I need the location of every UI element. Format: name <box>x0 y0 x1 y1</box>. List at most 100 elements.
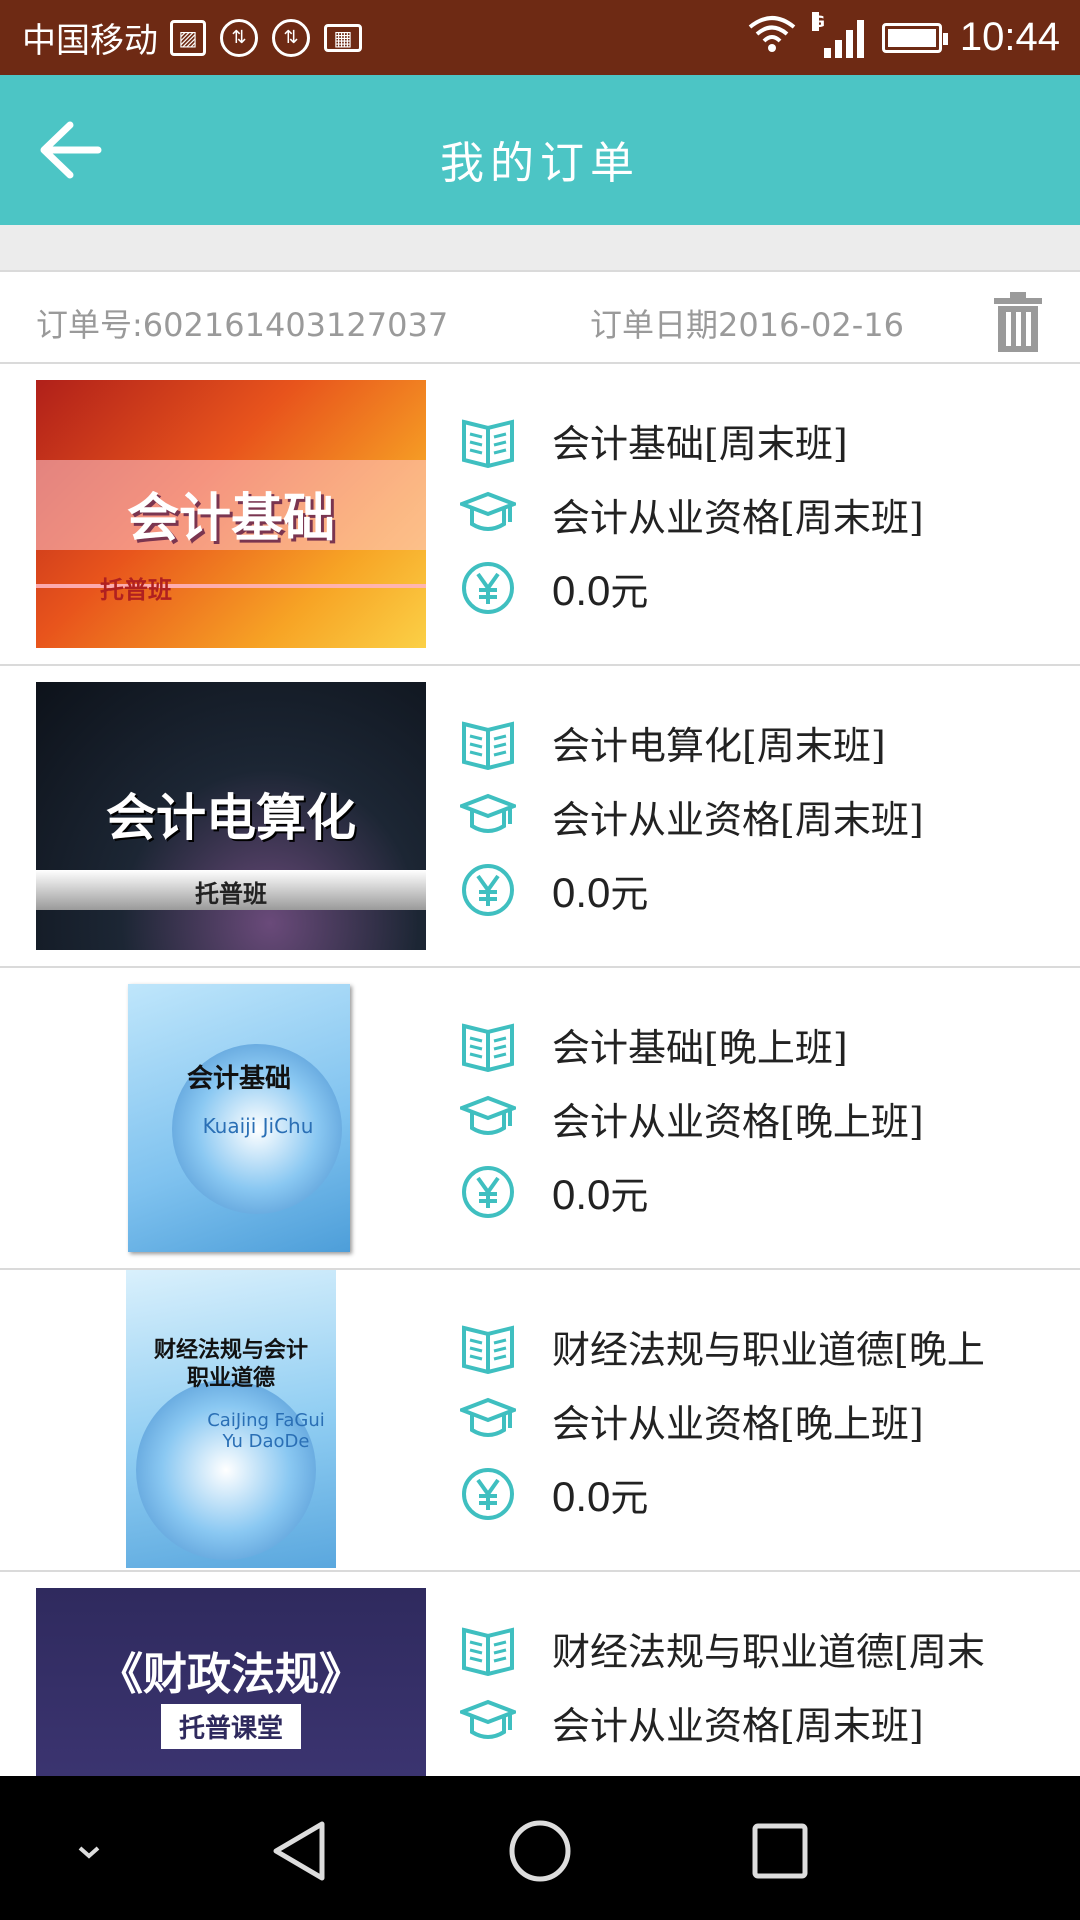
order-item-list: 会计基础 托普班 会计基础[周末班] 会计从业资格[周末班] 0.0元 会计电算… <box>0 364 1080 1872</box>
thumb-subtitle: 托普课堂 <box>161 1704 301 1749</box>
order-item[interactable]: 会计基础 托普班 会计基础[周末班] 会计从业资格[周末班] 0.0元 <box>0 364 1080 666</box>
order-item[interactable]: 会计电算化 托普班 会计电算化[周末班] 会计从业资格[周末班] 0.0元 <box>0 666 1080 968</box>
course-thumbnail[interactable]: 会计基础 Kuaiji JiChu <box>128 984 350 1252</box>
qualification-name: 会计从业资格[周末班] <box>552 797 924 842</box>
course-row: 财经法规与职业道德[晚上 <box>460 1318 1060 1374</box>
course-row: 财经法规与职业道德[周末 <box>460 1620 1060 1676</box>
graduation-cap-icon <box>460 1699 516 1739</box>
qualification-row: 会计从业资格[晚上班] <box>460 1392 1060 1448</box>
order-date-value: 2016-02-16 <box>718 306 904 344</box>
qualification-row: 会计从业资格[周末班] <box>460 486 1060 542</box>
graduation-cap-icon <box>460 1095 516 1135</box>
price-row: 0.0元 <box>460 862 1060 918</box>
clock: 10:44 <box>959 15 1060 59</box>
thumb-subtitle: 托普班 <box>195 880 267 908</box>
page-title: 我的订单 <box>440 138 640 189</box>
qualification-row: 会计从业资格[周末班] <box>460 1694 1060 1750</box>
price-value: 0.0 <box>552 1170 611 1218</box>
recents-square-icon <box>752 1823 808 1879</box>
graduation-cap-icon <box>460 1397 516 1437</box>
network-type: G <box>811 11 826 31</box>
thumb-title: 会计电算化 <box>106 789 356 847</box>
divider-band <box>0 225 1080 272</box>
course-thumbnail[interactable]: 财经法规与会计职业道德 CaiJing FaGui Yu DaoDe <box>126 1270 336 1568</box>
course-name: 财经法规与职业道德[晚上 <box>552 1327 985 1372</box>
order-number-label: 订单号: <box>36 306 143 344</box>
qualification-name: 会计从业资格[晚上班] <box>552 1099 924 1144</box>
yen-icon <box>462 1468 514 1520</box>
order-info-bar: 订单号:602161403127037 订单日期2016-02-16 <box>0 272 1080 364</box>
price-currency: 元 <box>610 1173 649 1218</box>
status-bar: 中国移动 ▨ ⇅ ⇅ ▦ G 10:44 <box>0 0 1080 75</box>
order-date-label: 订单日期 <box>590 306 719 344</box>
thumb-title: 财经法规与会计职业道德 <box>153 1337 308 1391</box>
price-row: 0.0元 <box>460 560 1060 616</box>
price-row: 0.0元 <box>460 1164 1060 1220</box>
price-value: 0.0 <box>552 1472 611 1520</box>
book-icon <box>462 1325 514 1374</box>
course-name: 会计基础[周末班] <box>552 421 848 466</box>
battery-icon <box>881 22 948 53</box>
order-number-value: 602161403127037 <box>142 306 449 344</box>
back-triangle-icon <box>273 1821 325 1881</box>
delete-order-button[interactable] <box>992 292 1044 352</box>
chevron-down-icon <box>78 1846 100 1859</box>
nav-back-button[interactable] <box>266 1816 336 1886</box>
order-number: 订单号:602161403127037 <box>36 300 448 346</box>
thumb-subtitle: 托普班 <box>100 576 172 604</box>
yen-icon <box>462 1166 514 1218</box>
yen-icon <box>462 562 514 614</box>
trash-icon <box>994 292 1042 352</box>
price-value: 0.0 <box>552 566 611 614</box>
qualification-row: 会计从业资格[晚上班] <box>460 1090 1060 1146</box>
image-icon: ▨ <box>170 19 206 56</box>
order-item[interactable]: 财经法规与会计职业道德 CaiJing FaGui Yu DaoDe 财经法规与… <box>0 1270 1080 1572</box>
price-row: 0.0元 <box>460 1466 1060 1522</box>
thumb-subtitle: CaiJing FaGui Yu DaoDe <box>207 1410 325 1452</box>
qualification-name: 会计从业资格[晚上班] <box>552 1401 924 1446</box>
book-icon <box>462 1627 514 1676</box>
home-circle-icon <box>509 1820 571 1882</box>
signal-icon: G <box>811 11 864 58</box>
keyboard-icon: ▦ <box>324 23 362 52</box>
navigation-bar <box>0 1776 1080 1920</box>
course-name: 会计电算化[周末班] <box>552 723 886 768</box>
book-icon <box>462 721 514 770</box>
price-value: 0.0 <box>552 868 611 916</box>
thumb-title: 《财政法规》 <box>99 1649 363 1700</box>
graduation-cap-icon <box>460 793 516 833</box>
qualification-row: 会计从业资格[周末班] <box>460 788 1060 844</box>
hide-keyboard-button[interactable] <box>54 1816 124 1886</box>
course-row: 会计电算化[周末班] <box>460 714 1060 770</box>
graduation-cap-icon <box>460 491 516 531</box>
book-icon <box>462 1023 514 1072</box>
thumb-subtitle: Kuaiji JiChu <box>202 1114 314 1138</box>
thumb-title: 会计基础 <box>186 1064 291 1094</box>
course-thumbnail[interactable]: 会计电算化 托普班 <box>36 682 426 950</box>
price: 0.0元 <box>552 1165 1060 1220</box>
qualification-name: 会计从业资格[周末班] <box>552 1703 924 1748</box>
course-name: 会计基础[晚上班] <box>552 1025 848 1070</box>
book-icon <box>462 419 514 468</box>
yen-icon <box>462 864 514 916</box>
price: 0.0元 <box>552 561 1060 616</box>
course-thumbnail[interactable]: 会计基础 托普班 <box>36 380 426 648</box>
wifi-icon <box>746 13 798 62</box>
course-row: 会计基础[晚上班] <box>460 1016 1060 1072</box>
download-icon: ⇅ <box>220 18 258 57</box>
download-icon: ⇅ <box>272 18 310 57</box>
course-name: 财经法规与职业道德[周末 <box>552 1629 985 1674</box>
nav-recents-button[interactable] <box>745 1816 815 1886</box>
price-currency: 元 <box>610 569 649 614</box>
nav-home-button[interactable] <box>505 1816 575 1886</box>
qualification-name: 会计从业资格[周末班] <box>552 495 924 540</box>
price: 0.0元 <box>552 863 1060 918</box>
thumb-title: 会计基础 <box>126 489 335 549</box>
order-item[interactable]: 会计基础 Kuaiji JiChu 会计基础[晚上班] 会计从业资格[晚上班] … <box>0 968 1080 1270</box>
order-date: 订单日期2016-02-16 <box>590 300 904 346</box>
price: 0.0元 <box>552 1467 1060 1522</box>
price-currency: 元 <box>610 1475 649 1520</box>
carrier-label: 中国移动 <box>22 21 158 61</box>
app-header: 我的订单 <box>0 75 1080 225</box>
course-row: 会计基础[周末班] <box>460 412 1060 468</box>
